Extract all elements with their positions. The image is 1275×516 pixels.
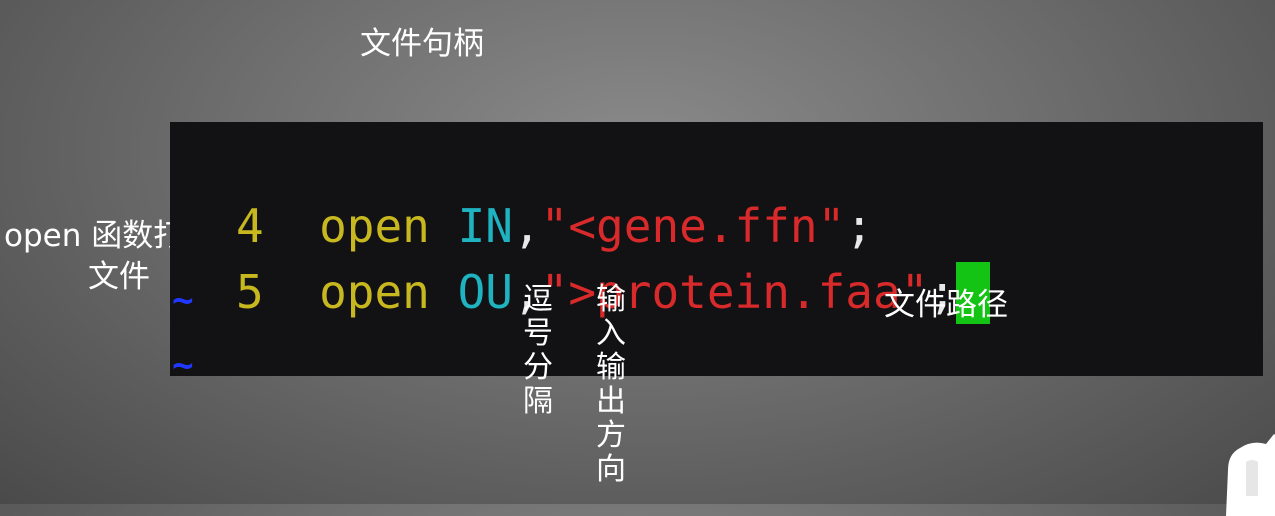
code-line-5-content: 5 open OU,">protein.faa"; xyxy=(236,202,991,324)
file-path-annotation: 文件路径 xyxy=(884,287,1008,323)
file-handle-ou: OU xyxy=(457,265,513,319)
open-keyword: open xyxy=(319,265,430,319)
file-handle-annotation: 文件句柄 xyxy=(360,26,484,62)
open-function-annotation-line2: 文件 xyxy=(88,259,150,295)
empty-line-tilde: ~ xyxy=(172,280,194,321)
white-logo-icon xyxy=(1226,434,1275,516)
empty-line-tilde: ~ xyxy=(172,345,194,386)
line-number-5: 5 xyxy=(236,265,264,319)
comma-separator-annotation: 逗号分隔 xyxy=(523,282,553,419)
io-direction-annotation: 输入输出方向 xyxy=(596,282,626,487)
code-line-4-content: 4 open IN,"<gene.ffn"; xyxy=(236,136,873,253)
